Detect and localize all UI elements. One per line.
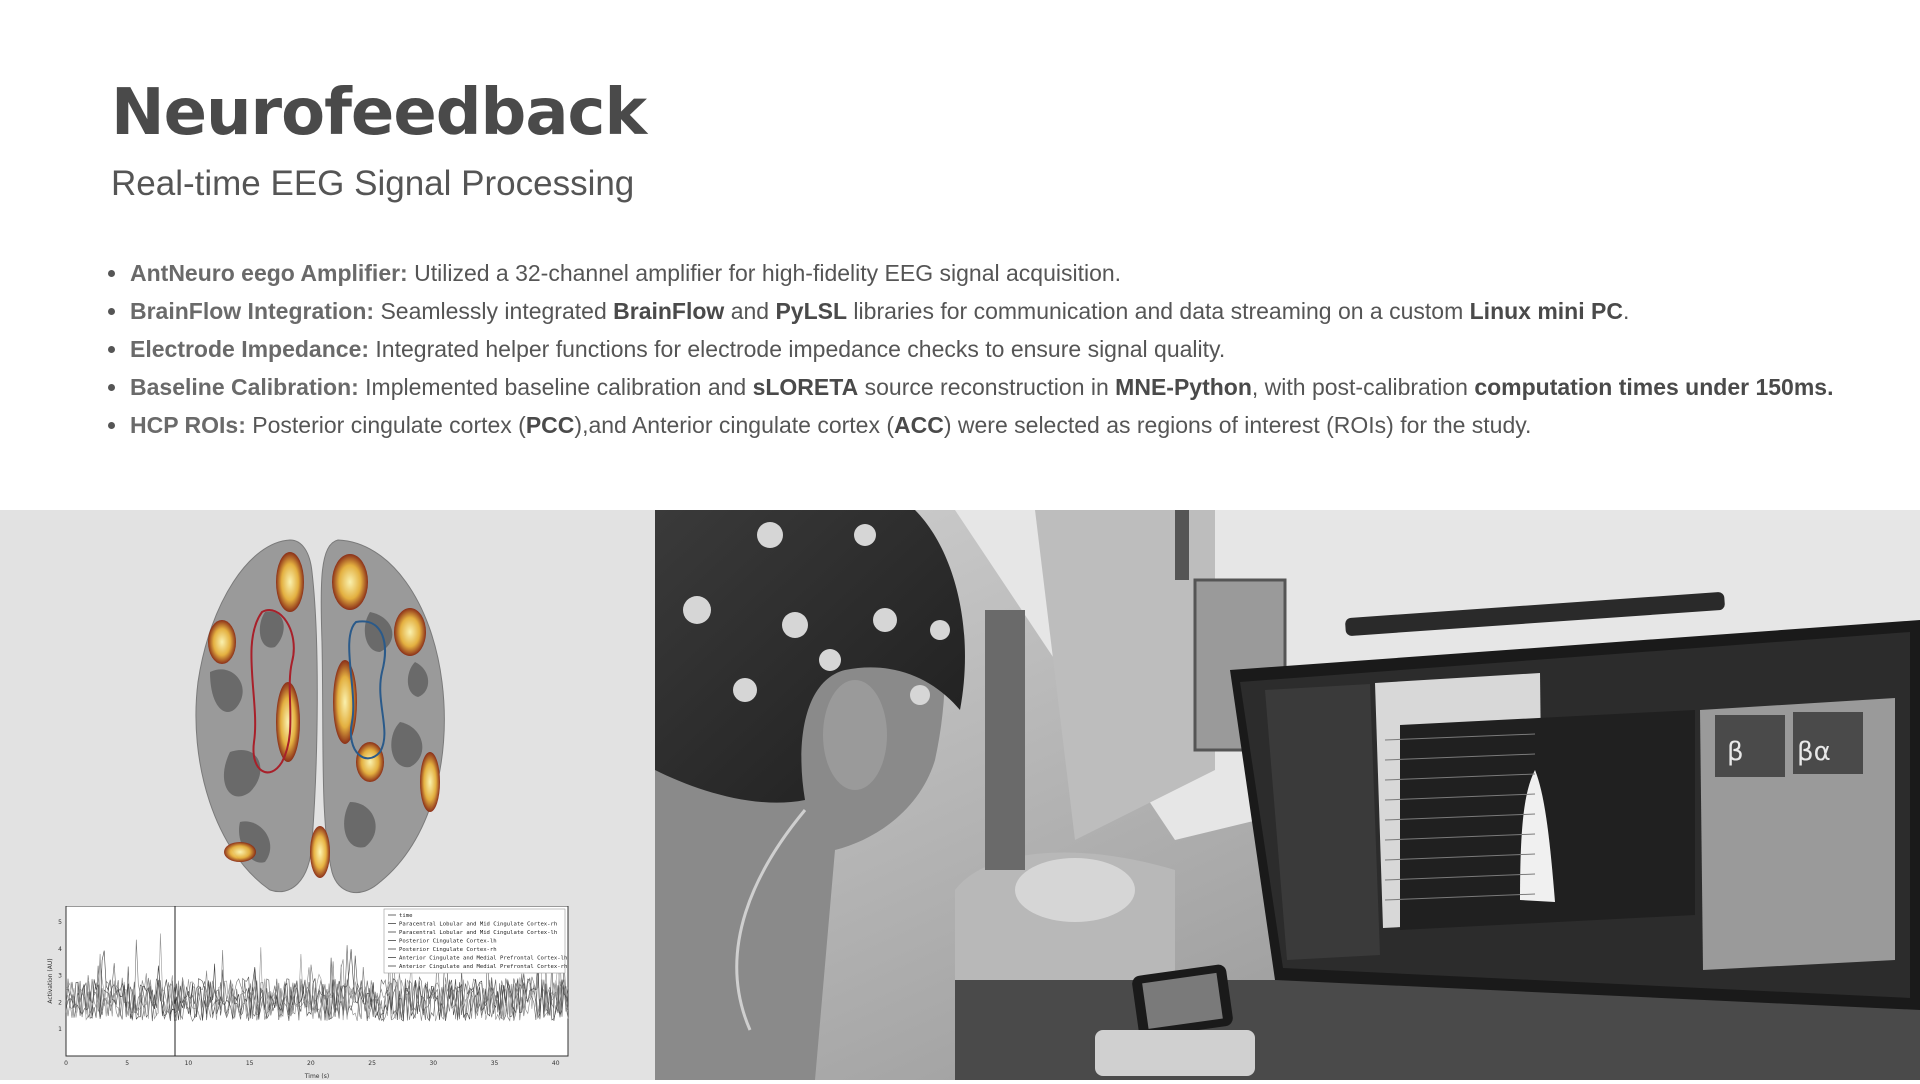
brain-activation-figure — [170, 522, 470, 900]
bullet-emphasis: BrainFlow — [613, 298, 725, 324]
y-tick-label: 3 — [58, 973, 62, 980]
bullet-emphasis: . — [1827, 374, 1834, 400]
slide-header: Neurofeedback Real-time EEG Signal Proce… — [111, 72, 647, 208]
x-tick-label: 25 — [368, 1060, 376, 1067]
bullet-text: source reconstruction in — [858, 374, 1116, 400]
bullet-amplifier: AntNeuro eego Amplifier: Utilized a 32-c… — [104, 254, 1884, 292]
legend-entry: Paracentral Lobular and Mid Cingulate Co… — [399, 930, 557, 936]
bullet-calibration: Baseline Calibration: Implemented baseli… — [104, 368, 1884, 406]
x-tick-label: 20 — [307, 1060, 315, 1067]
activation-timeseries-plot: 1 2 3 4 5 0 5 10 15 20 25 30 35 40 time Paracentral L… — [44, 905, 574, 1080]
bullet-text: libraries for communication and data str… — [847, 298, 1470, 324]
bullet-dot — [108, 384, 115, 391]
bullet-text: Utilized a 32-channel amplifier for high… — [407, 260, 1122, 286]
x-ticks: 0 5 10 15 20 25 30 35 40 — [64, 1060, 560, 1067]
bullet-dot — [108, 308, 115, 315]
bullet-emphasis: sLORETA — [752, 374, 859, 400]
bullet-text: Integrated helper functions for electrod… — [369, 336, 1226, 362]
legend-entry: Posterior Cingulate Cortex-lh — [399, 939, 497, 945]
bullet-text: ),and Anterior cingulate cortex ( — [574, 412, 895, 438]
bullet-label: HCP ROIs: — [130, 412, 246, 438]
bullet-rois: HCP ROIs: Posterior cingulate cortex (PC… — [104, 406, 1884, 444]
setup-photo: β βα — [655, 510, 1920, 1080]
y-tick-label: 5 — [58, 919, 62, 926]
bullet-dot — [108, 270, 115, 277]
plot-legend: time Paracentral Lobular and Mid Cingulat… — [383, 908, 567, 974]
bullet-text: . — [1622, 298, 1630, 324]
plot-xlabel: Time (s) — [304, 1073, 329, 1080]
screen-label-beta-alpha: βα — [1797, 737, 1831, 767]
x-tick-label: 30 — [429, 1060, 437, 1067]
legend-entry: Anterior Cingulate and Medial Prefrontal… — [399, 964, 567, 970]
slide-subtitle: Real-time EEG Signal Processing — [111, 164, 635, 203]
bullet-label: BrainFlow Integration: — [130, 298, 375, 324]
figure-panel: 1 2 3 4 5 0 5 10 15 20 25 30 35 40 time Paracentral L… — [0, 510, 655, 1080]
bullet-emphasis: ACC — [894, 412, 944, 438]
bullet-text: Implemented baseline calibration and — [358, 374, 753, 400]
x-tick-label: 15 — [246, 1060, 254, 1067]
bullet-label: Baseline Calibration: — [130, 374, 359, 400]
x-tick-label: 10 — [185, 1060, 193, 1067]
bullet-emphasis: PyLSL — [775, 298, 848, 324]
x-tick-label: 40 — [552, 1060, 560, 1067]
bullet-label: AntNeuro eego Amplifier: — [130, 260, 408, 286]
bullet-text: Posterior cingulate cortex ( — [245, 412, 526, 438]
y-tick-label: 2 — [58, 999, 62, 1006]
bullet-text: ) were selected as regions of interest (… — [943, 412, 1532, 438]
bullet-text: , with post-calibration — [1251, 374, 1475, 400]
x-tick-label: 35 — [491, 1060, 499, 1067]
bullet-brainflow: BrainFlow Integration: Seamlessly integr… — [104, 292, 1884, 330]
slide-title: Neurofeedback — [111, 76, 647, 150]
y-ticks: 1 2 3 4 5 — [58, 919, 62, 1033]
bullet-emphasis: MNE-Python — [1115, 374, 1252, 400]
bullet-emphasis: computation times under 150ms — [1474, 374, 1828, 400]
bullet-label: Electrode Impedance: — [130, 336, 370, 362]
y-tick-label: 4 — [58, 946, 62, 953]
photo-scene: β βα — [655, 510, 1920, 1080]
screen-label-beta: β — [1727, 737, 1744, 767]
x-tick-label: 0 — [64, 1060, 68, 1067]
bullet-dot — [108, 422, 115, 429]
legend-entry: Anterior Cingulate and Medial Prefrontal… — [399, 956, 567, 962]
x-tick-label: 5 — [125, 1060, 129, 1067]
legend-entry: Paracentral Lobular and Mid Cingulate Co… — [399, 922, 557, 928]
bullet-text: and — [724, 298, 776, 324]
y-tick-label: 1 — [58, 1026, 62, 1033]
legend-entry: time — [399, 913, 413, 919]
bullet-list: AntNeuro eego Amplifier: Utilized a 32-c… — [104, 254, 1884, 444]
bullet-emphasis: Linux mini PC — [1469, 298, 1623, 324]
plot-ylabel: Activation (AU) — [47, 958, 54, 1003]
timeseries-svg: 1 2 3 4 5 0 5 10 15 20 25 30 35 40 time Paracentral L… — [47, 905, 569, 1080]
bullet-dot — [108, 346, 115, 353]
bullet-impedance: Electrode Impedance: Integrated helper f… — [104, 330, 1884, 368]
brain-hemispheres-image — [195, 539, 445, 893]
bullet-text: Seamlessly integrated — [374, 298, 614, 324]
legend-entry: Posterior Cingulate Cortex-rh — [399, 947, 497, 953]
bullet-emphasis: PCC — [525, 412, 575, 438]
